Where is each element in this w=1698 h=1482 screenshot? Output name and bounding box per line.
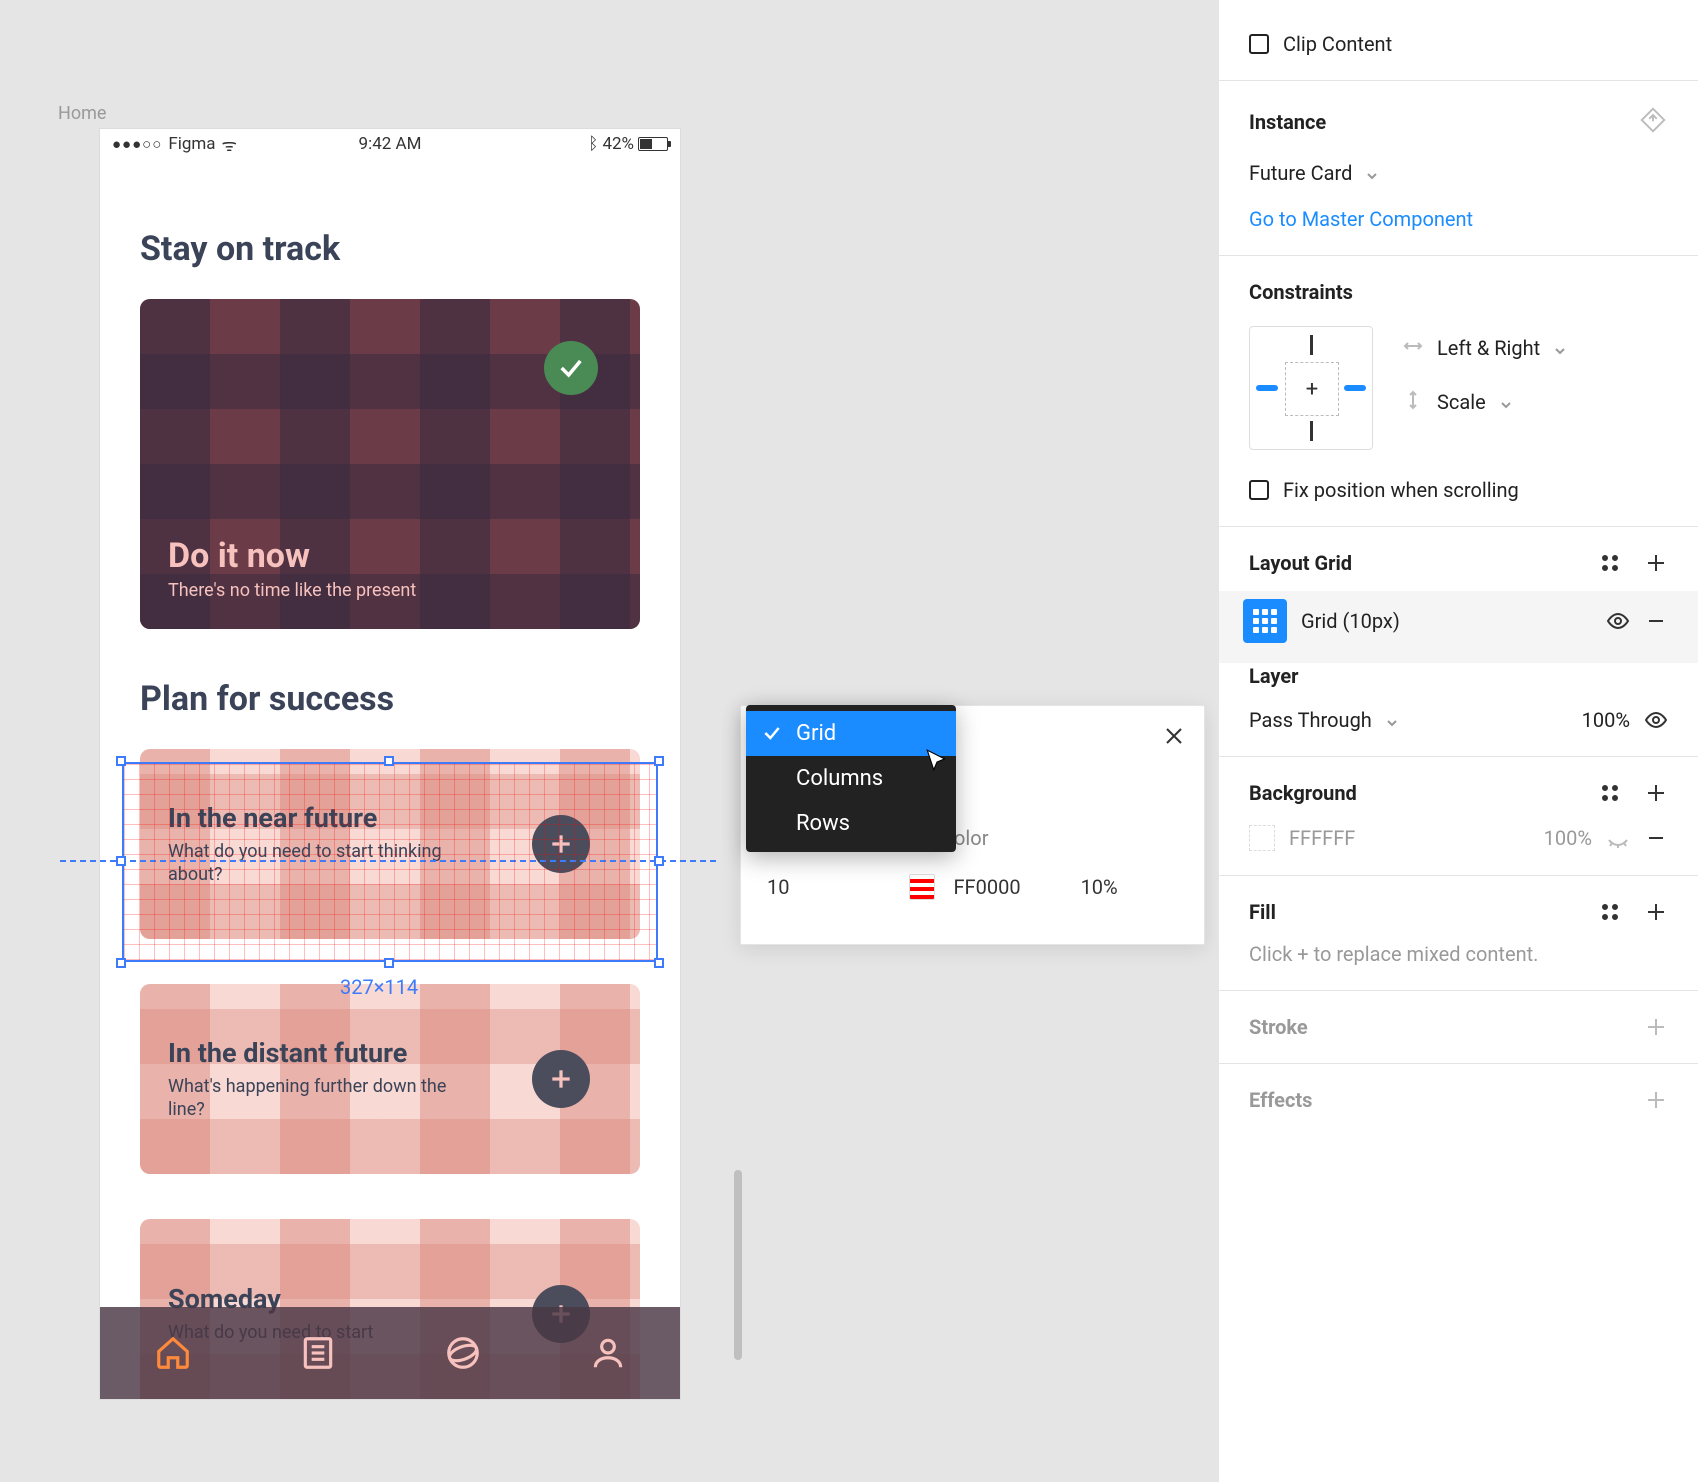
plan-subtitle: What's happening further down the line? xyxy=(168,1075,468,1122)
dropdown-item-label: Columns xyxy=(796,766,883,791)
grid-type-dropdown[interactable]: Grid Columns Rows xyxy=(746,705,956,852)
plan-subtitle: What do you need to start thinking about… xyxy=(168,840,468,887)
blend-mode-select[interactable]: Pass Through xyxy=(1249,708,1372,732)
constraints-widget[interactable]: + xyxy=(1249,326,1373,450)
checkbox-icon[interactable] xyxy=(1249,480,1269,500)
clip-content-label: Clip Content xyxy=(1283,32,1392,56)
check-icon[interactable] xyxy=(544,341,598,395)
frame-label[interactable]: Home xyxy=(58,103,106,124)
tab-list-icon[interactable] xyxy=(299,1334,337,1372)
add-button[interactable] xyxy=(532,1050,590,1108)
clock-label: 9:42 AM xyxy=(359,134,422,154)
hero-subtitle: There's no time like the present xyxy=(168,580,612,601)
visibility-icon[interactable] xyxy=(1644,708,1668,732)
effects-label: Effects xyxy=(1249,1088,1312,1112)
fix-position-row[interactable]: Fix position when scrolling xyxy=(1249,478,1668,502)
visibility-icon[interactable] xyxy=(1606,609,1630,633)
fix-position-label: Fix position when scrolling xyxy=(1283,478,1519,502)
constraint-h-select[interactable]: Left & Right xyxy=(1437,336,1540,360)
grid-type-icon[interactable] xyxy=(1243,599,1287,643)
grid-color-opacity[interactable]: 10% xyxy=(1081,875,1118,899)
chevron-down-icon[interactable] xyxy=(1386,714,1398,726)
chevron-down-icon[interactable] xyxy=(1500,396,1512,408)
selection-dimensions: 327×114 xyxy=(340,975,418,999)
vertical-icon xyxy=(1403,390,1423,414)
background-label: Background xyxy=(1249,781,1357,805)
instance-label: Instance xyxy=(1249,110,1326,134)
fill-placeholder: Click + to replace mixed content. xyxy=(1249,942,1668,966)
plan-title: In the near future xyxy=(168,802,468,834)
remove-grid-icon[interactable] xyxy=(1644,609,1668,633)
hero-title: Do it now xyxy=(168,536,612,576)
section-title-plan: Plan for success xyxy=(140,679,640,719)
add-button[interactable] xyxy=(532,815,590,873)
stroke-label: Stroke xyxy=(1249,1015,1308,1039)
properties-panel: Clip Content Instance Future Card Go to … xyxy=(1218,0,1698,1482)
add-icon[interactable] xyxy=(1644,781,1668,805)
reset-instance-icon[interactable] xyxy=(1638,105,1668,139)
tab-home-icon[interactable] xyxy=(154,1334,192,1372)
close-icon[interactable] xyxy=(1162,724,1186,752)
fill-label: Fill xyxy=(1249,900,1276,924)
goto-master-link[interactable]: Go to Master Component xyxy=(1249,207,1473,231)
hero-card[interactable]: Do it now There's no time like the prese… xyxy=(140,299,640,629)
style-icon[interactable] xyxy=(1598,781,1622,805)
status-bar: ●●●○○ Figma ᯤ 9:42 AM ᛒ 42% xyxy=(100,129,680,159)
add-icon[interactable] xyxy=(1644,1088,1668,1112)
plan-card-distant[interactable]: In the distant future What's happening f… xyxy=(140,984,640,1174)
plan-card-near[interactable]: In the near future What do you need to s… xyxy=(140,749,640,939)
add-icon[interactable] xyxy=(1644,900,1668,924)
bg-hex[interactable]: FFFFFF xyxy=(1289,826,1355,850)
plan-title: In the distant future xyxy=(168,1037,468,1069)
layout-grid-label: Layout Grid xyxy=(1249,551,1352,575)
section-title-stay: Stay on track xyxy=(140,229,640,269)
check-icon xyxy=(762,723,782,749)
status-left: ●●●○○ Figma ᯤ xyxy=(112,133,237,156)
add-icon[interactable] xyxy=(1644,1015,1668,1039)
bluetooth-icon: ᛒ xyxy=(588,134,598,154)
scrollbar[interactable] xyxy=(734,1170,742,1360)
instance-name[interactable]: Future Card xyxy=(1249,161,1352,185)
chevron-down-icon[interactable] xyxy=(1366,167,1378,179)
alignment-guide xyxy=(60,860,716,862)
dropdown-item-label: Rows xyxy=(796,811,850,836)
clip-content-row[interactable]: Clip Content xyxy=(1249,32,1668,56)
signal-icon: ●●●○○ xyxy=(112,135,162,153)
wifi-icon: ᯤ xyxy=(222,133,238,156)
bg-opacity[interactable]: 100% xyxy=(1544,826,1592,850)
tab-globe-icon[interactable] xyxy=(444,1334,482,1372)
grid-color-hex[interactable]: FF0000 xyxy=(953,875,1020,899)
horizontal-icon xyxy=(1403,336,1423,360)
chevron-down-icon[interactable] xyxy=(1554,342,1566,354)
status-right: ᛒ 42% xyxy=(588,134,668,154)
constraint-v-select[interactable]: Scale xyxy=(1437,390,1486,414)
layer-opacity-value[interactable]: 100% xyxy=(1582,708,1630,732)
phone-frame[interactable]: ●●●○○ Figma ᯤ 9:42 AM ᛒ 42% Stay on trac… xyxy=(100,129,680,1399)
cursor-icon xyxy=(924,748,950,778)
dropdown-item-rows[interactable]: Rows xyxy=(746,801,956,846)
remove-icon[interactable] xyxy=(1644,826,1668,850)
checkbox-icon[interactable] xyxy=(1249,34,1269,54)
tab-profile-icon[interactable] xyxy=(589,1334,627,1372)
style-icon[interactable] xyxy=(1598,900,1622,924)
grid-size-value[interactable]: 10 xyxy=(767,875,789,899)
dropdown-item-label: Grid xyxy=(796,721,836,746)
grid-item-label[interactable]: Grid (10px) xyxy=(1301,609,1400,633)
grid-style-icon[interactable] xyxy=(1598,551,1622,575)
layer-label: Layer xyxy=(1249,664,1298,688)
carrier-label: Figma xyxy=(168,134,215,154)
constraints-label: Constraints xyxy=(1249,280,1353,304)
battery-icon xyxy=(638,137,668,151)
color-swatch[interactable] xyxy=(1249,825,1275,851)
tab-bar xyxy=(100,1307,680,1399)
color-swatch[interactable] xyxy=(909,874,935,900)
phone-content: Stay on track Do it now There's no time … xyxy=(100,159,680,1399)
add-grid-icon[interactable] xyxy=(1644,551,1668,575)
visibility-hidden-icon[interactable] xyxy=(1606,826,1630,850)
battery-percent: 42% xyxy=(602,134,634,154)
